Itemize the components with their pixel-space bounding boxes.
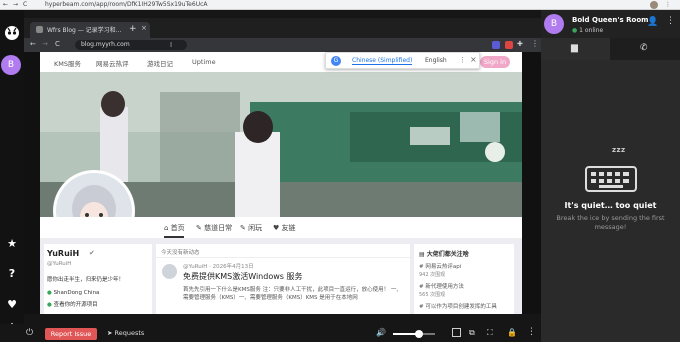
- empty-title: It's quiet… too quiet: [564, 201, 657, 210]
- verified-icon: ✔: [89, 249, 95, 257]
- tab-home[interactable]: ⌂ 首页: [164, 223, 185, 233]
- host-url[interactable]: hyperbeam.com/app/room/DfK1IH29Tw5Sx19uT…: [45, 0, 208, 10]
- room-menu-icon[interactable]: ⋮: [666, 16, 675, 26]
- trend-count: 565 次围观: [419, 292, 446, 298]
- extension-red-icon[interactable]: [505, 41, 513, 49]
- nav-kms[interactable]: KMS服务: [54, 58, 81, 68]
- trends-card: ▤ 大佬们都关注啥 # 网易云热评api 942 次围观 # 新代理使用方法 5…: [414, 244, 514, 314]
- tab-play[interactable]: ✎ 闲玩: [240, 223, 262, 233]
- signin-button[interactable]: Sign in: [480, 56, 510, 68]
- requests-button[interactable]: ➤ Requests: [107, 329, 144, 337]
- location-icon: ●: [47, 290, 52, 296]
- post-title[interactable]: 免费提供KMS激活Windows 服务: [183, 271, 302, 282]
- lock-icon[interactable]: 🔒: [507, 328, 517, 337]
- room-header: B Bold Queen's Room ● 1 online 👤 ⋮: [541, 10, 680, 38]
- help-icon[interactable]: ?: [0, 264, 24, 282]
- extension-shield-icon[interactable]: [492, 41, 500, 49]
- page-gutter-right: [522, 52, 541, 314]
- room-panel: B Bold Queen's Room ● 1 online 👤 ⋮ ▆ ✆ z…: [541, 10, 680, 342]
- host-menu-icon[interactable]: ⋮: [665, 0, 671, 10]
- extra-icon: ●: [47, 302, 52, 308]
- author-card: YuRuiH ✔ @YuRuiH 愿你出走半生，归来仍是少年！ ● ShanDo…: [44, 244, 152, 314]
- post-meta: @YuRuiH · 2026年4月13日: [183, 264, 254, 270]
- rail-avatar[interactable]: B: [1, 55, 21, 75]
- trends-title: ▤ 大佬们都关注啥: [419, 251, 469, 258]
- trend-item[interactable]: # 可以作为项目创建发挥的工具: [419, 302, 497, 310]
- translate-close-icon[interactable]: ×: [470, 55, 477, 64]
- reload-icon[interactable]: C: [23, 0, 27, 10]
- call-tab[interactable]: ✆: [640, 43, 648, 53]
- hyperbeam-logo-icon[interactable]: [0, 24, 24, 42]
- tab-title: Wfrs Blog — 记录学习和…: [47, 27, 122, 34]
- chat-icon: ▆: [571, 43, 578, 53]
- post-body: 首先先引用一下什么是KMS服务 注：只要非人工干扰，此项目一直运行，放心使用！ …: [183, 287, 402, 301]
- profile-tabs: ⌂ 首页 ✎ 慈道日常 ✎ 闲玩 ♥ 友链: [40, 217, 522, 239]
- tab-daily[interactable]: ✎ 慈道日常: [196, 223, 232, 233]
- author-handle: @YuRuiH: [47, 261, 72, 267]
- new-tab-icon[interactable]: +: [129, 24, 137, 34]
- inner-back-icon[interactable]: ←: [30, 40, 36, 48]
- nav-diary[interactable]: 游戏日记: [147, 58, 173, 68]
- page-gutter-left: [24, 52, 40, 314]
- room-avatar[interactable]: B: [544, 14, 564, 34]
- empty-text: Break the ice by sending the first messa…: [556, 214, 665, 231]
- nav-music[interactable]: 网易云热评: [96, 58, 129, 68]
- feed: 今天没有新动态 @YuRuiH · 2026年4月13日 免费提供KMS激活Wi…: [156, 244, 410, 314]
- star-icon[interactable]: ★: [0, 234, 24, 252]
- tab-favicon-icon: [36, 26, 43, 33]
- author-name: YuRuiH: [47, 249, 80, 258]
- heart-icon[interactable]: ♥: [0, 295, 24, 313]
- volume-handle[interactable]: [415, 330, 423, 338]
- back-icon[interactable]: ←: [3, 0, 8, 10]
- translate-option-chinese[interactable]: Chinese (Simplified): [352, 57, 413, 65]
- room-title: Bold Queen's Room: [572, 16, 649, 24]
- tab-close-icon[interactable]: ×: [141, 24, 147, 32]
- left-rail: B ★ ? ♥: [0, 10, 24, 342]
- extensions-icon[interactable]: ✚: [517, 40, 523, 48]
- host-profile-avatar[interactable]: [650, 1, 658, 9]
- inner-url-text: blog.myyrh.com: [81, 41, 130, 48]
- nav-uptime[interactable]: Uptime: [192, 58, 216, 66]
- forward-icon[interactable]: →: [13, 0, 18, 10]
- feed-header: 今天没有新动态: [161, 250, 200, 256]
- author-extra: ● 查看你的开源项目: [47, 302, 98, 308]
- host-browser-address-bar[interactable]: ← → C hyperbeam.com/app/room/DfK1IH29Tw5…: [0, 0, 680, 10]
- translate-option-english[interactable]: English: [425, 57, 447, 64]
- bottom-menu-icon[interactable]: ⋮: [527, 327, 536, 337]
- inner-forward-icon[interactable]: →: [42, 40, 48, 48]
- google-translate-icon: G: [331, 56, 341, 66]
- report-issue-button[interactable]: Report Issue: [45, 328, 97, 340]
- translate-popup: G Chinese (Simplified) English ⋮ ×: [325, 52, 480, 69]
- online-status: ● 1 online: [572, 27, 604, 34]
- volume-slider[interactable]: [393, 330, 435, 338]
- text-cursor-icon: I: [170, 41, 173, 49]
- popout-icon[interactable]: [452, 328, 461, 337]
- volume-icon[interactable]: 🔊: [376, 328, 386, 337]
- inner-reload-icon[interactable]: C: [55, 40, 60, 48]
- post-avatar[interactable]: [162, 264, 177, 279]
- author-location: ● ShanDong China: [47, 290, 100, 296]
- power-icon[interactable]: ⏻: [26, 328, 33, 338]
- pip-icon[interactable]: ⧉: [469, 328, 475, 338]
- trend-item[interactable]: # 新代理使用方法: [419, 282, 464, 290]
- zzz-icon: z z z: [612, 146, 625, 154]
- feed-divider: [156, 257, 410, 258]
- room-tabs: ▆ ✆: [541, 38, 680, 60]
- add-user-icon[interactable]: 👤: [647, 17, 658, 27]
- translate-menu-icon[interactable]: ⋮: [459, 56, 466, 64]
- trend-item[interactable]: # 网易云热评api: [419, 262, 461, 270]
- tab-friends[interactable]: ♥ 友链: [273, 223, 296, 233]
- inner-menu-icon[interactable]: ⋮: [531, 39, 539, 48]
- tab-active-indicator: [164, 236, 184, 238]
- trend-count: 942 次围观: [419, 272, 446, 278]
- author-bio: 愿你出走半生，归来仍是少年！: [47, 277, 125, 283]
- blog-page: KMS服务 网易云热评 游戏日记 Uptime Sign in ⌂ 首页 ✎ 慈…: [40, 52, 522, 314]
- keyboard-icon: [585, 166, 637, 192]
- online-dot-icon: ●: [572, 27, 578, 34]
- fullscreen-icon[interactable]: ⛶: [487, 328, 493, 338]
